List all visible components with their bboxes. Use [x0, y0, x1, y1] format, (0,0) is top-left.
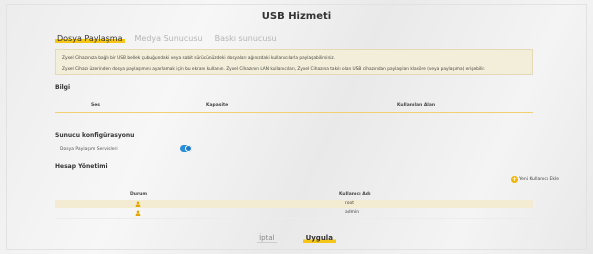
user-status-icon	[135, 210, 141, 216]
apply-button[interactable]: Uygula	[302, 234, 336, 243]
add-user-label: Yeni Kullanıcı Ekle	[519, 177, 560, 182]
user-status-icon	[135, 201, 141, 207]
info-text-2: Zyxel Cihazı üzerinden dosya paylaşımını…	[62, 67, 486, 72]
table-row[interactable]: root	[55, 200, 533, 208]
column-header-status: Durum	[130, 192, 148, 197]
add-user-button[interactable]: + Yeni Kullanıcı Ekle	[511, 176, 559, 183]
tab-media-server[interactable]: Medya Sunucusu	[133, 34, 205, 43]
section-heading-server-config: Sunucu konfigürasyonu	[55, 132, 135, 139]
info-box: Zyxel Cihazınıza bağlı bir USB bellek çu…	[55, 49, 533, 75]
column-header-capacity: Kapasite	[206, 103, 229, 108]
info-text-1: Zyxel Cihazınıza bağlı bir USB bellek çu…	[62, 56, 336, 61]
plus-icon: +	[511, 176, 518, 183]
username-cell: admin	[345, 210, 360, 215]
username-cell: root	[345, 201, 355, 206]
action-bar: İptal Uygula	[0, 234, 593, 243]
page-title: USB Hizmeti	[261, 11, 332, 22]
users-table-divider	[55, 218, 533, 219]
column-header-volume: Ses	[91, 103, 100, 108]
section-heading-account-management: Hesap Yönetimi	[55, 163, 108, 170]
tab-print-server[interactable]: Baskı sunucusu	[213, 34, 279, 43]
cancel-button[interactable]: İptal	[257, 234, 277, 243]
section-heading-info: Bilgi	[55, 84, 71, 91]
tab-file-sharing[interactable]: Dosya Paylaşma	[55, 34, 125, 43]
tab-bar: Dosya Paylaşma Medya Sunucusu Baskı sunu…	[55, 34, 279, 43]
table-row[interactable]: admin	[55, 209, 533, 217]
info-table-divider	[55, 112, 533, 113]
file-sharing-service-label: Dosya Paylaşım Servisleri	[60, 147, 118, 152]
file-sharing-service-toggle[interactable]	[180, 145, 192, 152]
column-header-used-space: Kullanılan Alan	[397, 103, 436, 108]
column-header-username: Kullanıcı Adı	[339, 192, 371, 197]
